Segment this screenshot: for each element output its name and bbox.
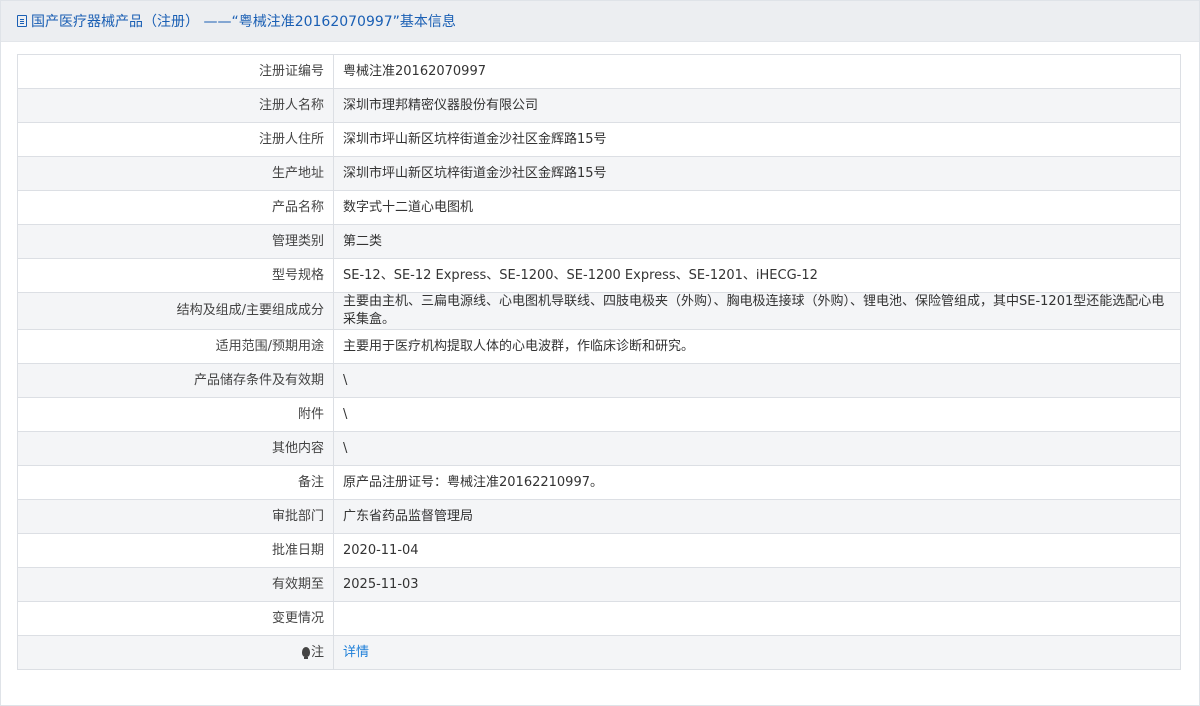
table-row: 注册证编号 粤械注准20162070997 — [17, 54, 1181, 89]
row-value: \ — [333, 431, 1181, 466]
info-table: 注册证编号 粤械注准20162070997 注册人名称 深圳市理邦精密仪器股份有… — [17, 54, 1181, 670]
row-label: 有效期至 — [17, 567, 334, 602]
table-row: 批准日期 2020-11-04 — [17, 533, 1181, 568]
row-label: 管理类别 — [17, 224, 334, 259]
row-label: 产品储存条件及有效期 — [17, 363, 334, 398]
row-value: 主要由主机、三扁电源线、心电图机导联线、四肢电极夹（外购）、胸电极连接球（外购）… — [333, 292, 1181, 330]
table-row: 备注 原产品注册证号：粤械注准20162210997。 — [17, 465, 1181, 500]
row-value: 详情 — [333, 635, 1181, 670]
row-value: 数字式十二道心电图机 — [333, 190, 1181, 225]
row-value: \ — [333, 363, 1181, 398]
note-label-cell: 注 — [17, 635, 334, 670]
table-row: 适用范围/预期用途 主要用于医疗机构提取人体的心电波群，作临床诊断和研究。 — [17, 329, 1181, 364]
row-label: 注册证编号 — [17, 54, 334, 89]
table-row: 注册人住所 深圳市坪山新区坑梓街道金沙社区金辉路15号 — [17, 122, 1181, 157]
table-row: 产品储存条件及有效期 \ — [17, 363, 1181, 398]
row-value: 2025-11-03 — [333, 567, 1181, 602]
row-label: 审批部门 — [17, 499, 334, 534]
table-row: 产品名称 数字式十二道心电图机 — [17, 190, 1181, 225]
table-row: 审批部门 广东省药品监督管理局 — [17, 499, 1181, 534]
row-label: 型号规格 — [17, 258, 334, 293]
row-label: 产品名称 — [17, 190, 334, 225]
lightbulb-icon — [301, 646, 310, 659]
table-row: 管理类别 第二类 — [17, 224, 1181, 259]
table-row: 注 详情 — [17, 635, 1181, 670]
row-value: 广东省药品监督管理局 — [333, 499, 1181, 534]
row-label: 注册人住所 — [17, 122, 334, 157]
row-label: 适用范围/预期用途 — [17, 329, 334, 364]
table-row: 其他内容 \ — [17, 431, 1181, 466]
row-value — [333, 601, 1181, 636]
row-label: 生产地址 — [17, 156, 334, 191]
info-panel: 国产医疗器械产品（注册） ——“粤械注准20162070997”基本信息 注册证… — [0, 0, 1200, 706]
row-value: 原产品注册证号：粤械注准20162210997。 — [333, 465, 1181, 500]
row-label: 其他内容 — [17, 431, 334, 466]
row-value: 2020-11-04 — [333, 533, 1181, 568]
table-row: 注册人名称 深圳市理邦精密仪器股份有限公司 — [17, 88, 1181, 123]
table-row: 附件 \ — [17, 397, 1181, 432]
row-value: 深圳市坪山新区坑梓街道金沙社区金辉路15号 — [333, 122, 1181, 157]
row-value: 深圳市理邦精密仪器股份有限公司 — [333, 88, 1181, 123]
details-link[interactable]: 详情 — [343, 645, 369, 660]
document-icon — [17, 15, 27, 27]
row-value: SE-12、SE-12 Express、SE-1200、SE-1200 Expr… — [333, 258, 1181, 293]
table-row: 型号规格 SE-12、SE-12 Express、SE-1200、SE-1200… — [17, 258, 1181, 293]
table-row: 生产地址 深圳市坪山新区坑梓街道金沙社区金辉路15号 — [17, 156, 1181, 191]
row-label: 变更情况 — [17, 601, 334, 636]
table-row: 变更情况 — [17, 601, 1181, 636]
row-label: 批准日期 — [17, 533, 334, 568]
row-value: 第二类 — [333, 224, 1181, 259]
page-title: 国产医疗器械产品（注册） ——“粤械注准20162070997”基本信息 — [31, 14, 456, 30]
row-label: 注 — [310, 644, 324, 660]
panel-header: 国产医疗器械产品（注册） ——“粤械注准20162070997”基本信息 — [1, 1, 1199, 42]
row-label: 附件 — [17, 397, 334, 432]
row-value: 深圳市坪山新区坑梓街道金沙社区金辉路15号 — [333, 156, 1181, 191]
table-row: 结构及组成/主要组成成分 主要由主机、三扁电源线、心电图机导联线、四肢电极夹（外… — [17, 292, 1181, 330]
row-value: 粤械注准20162070997 — [333, 54, 1181, 89]
row-label: 注册人名称 — [17, 88, 334, 123]
table-row: 有效期至 2025-11-03 — [17, 567, 1181, 602]
row-value: \ — [333, 397, 1181, 432]
row-value: 主要用于医疗机构提取人体的心电波群，作临床诊断和研究。 — [333, 329, 1181, 364]
row-label: 备注 — [17, 465, 334, 500]
row-label: 结构及组成/主要组成成分 — [17, 292, 334, 330]
